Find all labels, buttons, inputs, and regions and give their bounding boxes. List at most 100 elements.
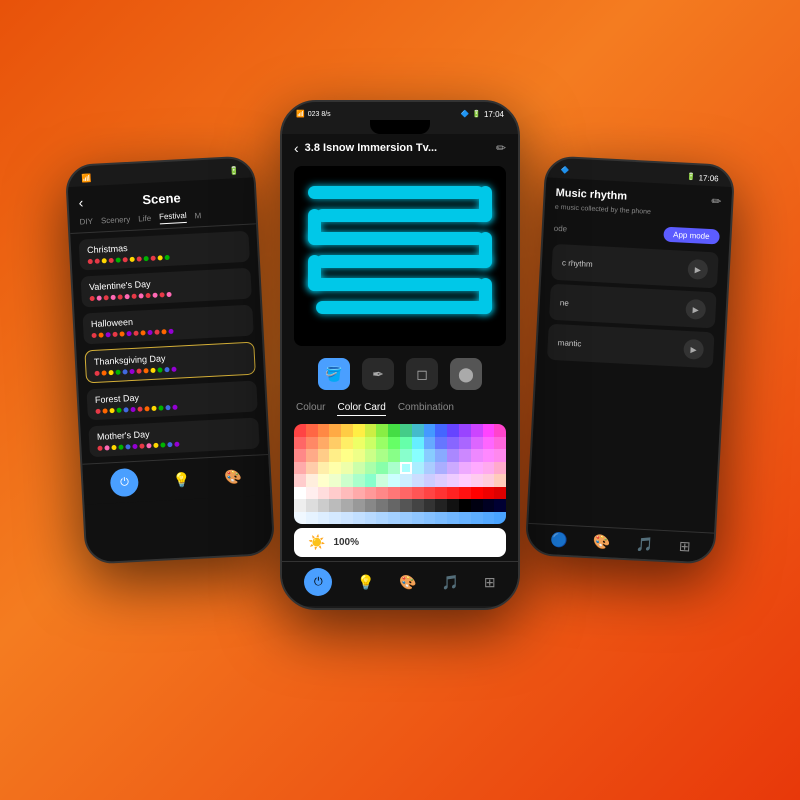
color-cell-1-4[interactable]: [341, 437, 353, 450]
color-cell-5-15[interactable]: [471, 487, 483, 500]
color-cell-6-0[interactable]: [294, 499, 306, 512]
color-cell-1-7[interactable]: [376, 437, 388, 450]
color-cell-0-5[interactable]: [353, 424, 365, 437]
color-cell-7-9[interactable]: [400, 512, 412, 525]
color-cell-6-8[interactable]: [388, 499, 400, 512]
color-cell-2-13[interactable]: [447, 449, 459, 462]
color-cell-7-15[interactable]: [471, 512, 483, 525]
color-cell-3-10[interactable]: [412, 462, 424, 475]
color-cell-1-17[interactable]: [494, 437, 506, 450]
palette-icon-right[interactable]: 🎨: [593, 533, 611, 551]
color-cell-1-14[interactable]: [459, 437, 471, 450]
rhythm-item-1[interactable]: c rhythm ▶: [551, 244, 719, 289]
power-button-center[interactable]: ⏻: [304, 568, 332, 596]
color-cell-7-5[interactable]: [353, 512, 365, 525]
color-cell-0-12[interactable]: [435, 424, 447, 437]
color-cell-0-16[interactable]: [483, 424, 495, 437]
color-cell-2-4[interactable]: [341, 449, 353, 462]
tab-more[interactable]: M: [194, 211, 201, 222]
color-cell-5-1[interactable]: [306, 487, 318, 500]
color-cell-4-5[interactable]: [353, 474, 365, 487]
color-tab-card[interactable]: Color Card: [337, 402, 385, 416]
color-cell-4-15[interactable]: [471, 474, 483, 487]
color-cell-4-14[interactable]: [459, 474, 471, 487]
palette-icon-left[interactable]: 🎨: [224, 468, 242, 486]
color-cell-3-2[interactable]: [318, 462, 330, 475]
color-cell-2-15[interactable]: [471, 449, 483, 462]
brightness-bar[interactable]: ☀️ 100%: [294, 528, 506, 557]
color-cell-6-7[interactable]: [376, 499, 388, 512]
color-cell-4-16[interactable]: [483, 474, 495, 487]
color-cell-6-9[interactable]: [400, 499, 412, 512]
color-cell-0-17[interactable]: [494, 424, 506, 437]
color-cell-6-16[interactable]: [483, 499, 495, 512]
color-cell-1-16[interactable]: [483, 437, 495, 450]
dot-icon-right[interactable]: 🔵: [550, 531, 568, 549]
color-cell-1-11[interactable]: [424, 437, 436, 450]
play-btn-3[interactable]: ▶: [683, 339, 704, 360]
color-cell-5-7[interactable]: [376, 487, 388, 500]
color-cell-5-5[interactable]: [353, 487, 365, 500]
color-cell-6-12[interactable]: [435, 499, 447, 512]
color-cell-3-3[interactable]: [329, 462, 341, 475]
color-cell-0-2[interactable]: [318, 424, 330, 437]
color-cell-1-15[interactable]: [471, 437, 483, 450]
color-cell-7-0[interactable]: [294, 512, 306, 525]
scene-item-halloween[interactable]: Halloween: [82, 305, 253, 345]
color-cell-3-11[interactable]: [424, 462, 436, 475]
color-cell-6-6[interactable]: [365, 499, 377, 512]
color-cell-3-0[interactable]: [294, 462, 306, 475]
color-cell-0-13[interactable]: [447, 424, 459, 437]
back-icon[interactable]: ‹: [78, 194, 84, 210]
color-cell-5-14[interactable]: [459, 487, 471, 500]
color-cell-7-12[interactable]: [435, 512, 447, 525]
color-cell-4-10[interactable]: [412, 474, 424, 487]
color-cell-1-9[interactable]: [400, 437, 412, 450]
color-cell-3-6[interactable]: [365, 462, 377, 475]
color-cell-6-14[interactable]: [459, 499, 471, 512]
color-cell-7-7[interactable]: [376, 512, 388, 525]
color-cell-6-13[interactable]: [447, 499, 459, 512]
play-btn-2[interactable]: ▶: [685, 299, 706, 320]
color-cell-2-14[interactable]: [459, 449, 471, 462]
app-mode-btn[interactable]: App mode: [663, 227, 720, 245]
color-cell-2-3[interactable]: [329, 449, 341, 462]
color-cell-0-11[interactable]: [424, 424, 436, 437]
color-cell-6-2[interactable]: [318, 499, 330, 512]
color-cell-4-1[interactable]: [306, 474, 318, 487]
scene-item-valentines[interactable]: Valentine's Day: [81, 268, 252, 308]
color-cell-1-0[interactable]: [294, 437, 306, 450]
color-cell-2-0[interactable]: [294, 449, 306, 462]
color-cell-2-16[interactable]: [483, 449, 495, 462]
color-cell-7-14[interactable]: [459, 512, 471, 525]
color-cell-5-9[interactable]: [400, 487, 412, 500]
grid-icon-right[interactable]: ⊞: [678, 538, 691, 556]
color-cell-6-1[interactable]: [306, 499, 318, 512]
color-cell-2-11[interactable]: [424, 449, 436, 462]
color-cell-0-1[interactable]: [306, 424, 318, 437]
color-cell-2-12[interactable]: [435, 449, 447, 462]
circle-btn[interactable]: ⬤: [450, 358, 482, 390]
eraser-btn[interactable]: ◻: [406, 358, 438, 390]
color-cell-0-0[interactable]: [294, 424, 306, 437]
color-cell-7-4[interactable]: [341, 512, 353, 525]
color-cell-6-11[interactable]: [424, 499, 436, 512]
color-cell-4-0[interactable]: [294, 474, 306, 487]
color-tab-combination[interactable]: Combination: [398, 402, 454, 416]
color-cell-0-8[interactable]: [388, 424, 400, 437]
color-cell-0-6[interactable]: [365, 424, 377, 437]
color-cell-7-16[interactable]: [483, 512, 495, 525]
color-cell-3-1[interactable]: [306, 462, 318, 475]
color-cell-6-4[interactable]: [341, 499, 353, 512]
color-cell-5-2[interactable]: [318, 487, 330, 500]
color-cell-7-1[interactable]: [306, 512, 318, 525]
color-cell-5-12[interactable]: [435, 487, 447, 500]
color-cell-0-4[interactable]: [341, 424, 353, 437]
rhythm-item-2[interactable]: ne ▶: [549, 284, 717, 329]
color-cell-1-3[interactable]: [329, 437, 341, 450]
color-cell-3-13[interactable]: [447, 462, 459, 475]
scene-item-christmas[interactable]: Christmas: [79, 231, 250, 271]
color-cell-5-17[interactable]: [494, 487, 506, 500]
color-cell-4-11[interactable]: [424, 474, 436, 487]
color-cell-4-17[interactable]: [494, 474, 506, 487]
